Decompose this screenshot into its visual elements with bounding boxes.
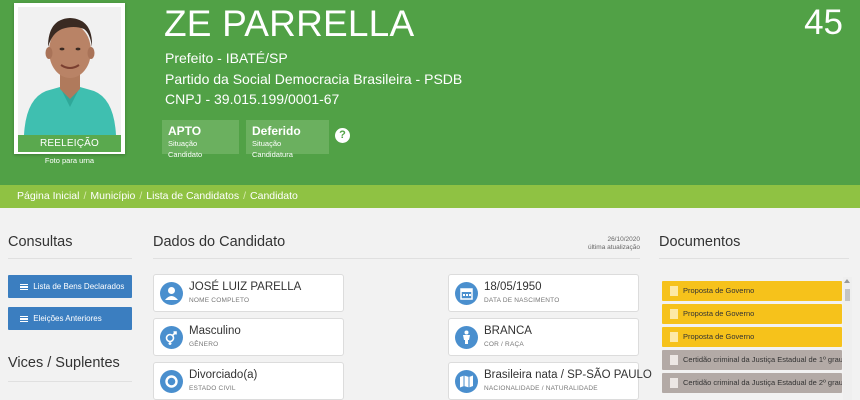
field-label: ESTADO CIVIL [189,385,236,392]
lista-bens-button[interactable]: Lista de Bens Declarados [8,275,132,298]
photo-caption: Foto para urna [44,156,95,165]
ring-icon [160,370,183,393]
candidate-party: Partido da Social Democracia Brasileira … [165,70,463,87]
document-icon [670,355,678,365]
status-candidato-label: Situação Candidato [168,139,203,159]
field-genero: Masculino GÊNERO [153,318,344,356]
update-label: última atualização [587,244,640,251]
scroll-up-arrow-icon[interactable] [844,279,850,283]
status-candidatura-value: Deferido [252,124,301,138]
field-label: DATA DE NASCIMENTO [484,297,560,304]
vices-title: Vices / Suplentes [8,355,120,371]
field-estado-civil: Divorciado(a) ESTADO CIVIL [153,362,344,400]
eleicoes-anteriores-label: Eleições Anteriores [33,314,102,323]
candidate-name: ZE PARRELLA [164,3,415,44]
document-label: Proposta de Governo [683,332,755,341]
gender-icon [160,326,183,349]
documents-scrollbar[interactable] [843,277,852,400]
document-label: Proposta de Governo [683,286,755,295]
help-icon[interactable]: ? [335,128,350,143]
document-item[interactable]: Certidão criminal da Justiça Estadual de… [662,373,842,393]
documentos-title: Documentos [659,234,741,250]
document-icon [670,378,678,388]
field-value: Divorciado(a) [189,369,258,381]
status-candidatura-label: Situação Candidatura [252,139,293,159]
lista-bens-label: Lista de Bens Declarados [33,282,125,291]
status-candidato-value: APTO [168,124,202,138]
breadcrumb-separator: / [243,190,247,202]
consultas-title: Consultas [8,234,73,250]
reelection-tag: REELEIÇÃO [18,135,121,152]
document-item[interactable]: Proposta de Governo [662,281,842,301]
document-icon [670,286,678,296]
candidate-office: Prefeito - IBATÉ/SP [165,50,288,66]
document-icon [670,332,678,342]
update-info: 26/10/2020 última atualização [588,236,640,252]
field-nome-completo: JOSÉ LUIZ PARELLA NOME COMPLETO [153,274,344,312]
user-icon [160,282,183,305]
candidate-cnpj: CNPJ - 39.015.199/0001-67 [165,91,340,107]
dados-title: Dados do Candidato [153,234,286,250]
consultas-divider [8,258,132,259]
eleicoes-anteriores-button[interactable]: Eleições Anteriores [8,307,132,330]
candidate-photo-card: REELEIÇÃO [14,3,125,154]
map-icon [455,370,478,393]
dados-divider [153,258,640,259]
candidate-number: 45 [804,3,843,42]
status-candidatura: Deferido Situação Candidatura [246,120,329,159]
list-icon [20,283,28,290]
breadcrumb-lista-candidatos[interactable]: Lista de Candidatos [146,190,239,202]
field-value: Masculino [189,325,241,337]
document-item[interactable]: Proposta de Governo [662,327,842,347]
field-label: COR / RAÇA [484,341,524,348]
document-item[interactable]: Proposta de Governo [662,304,842,324]
breadcrumb: Página Inicial / Município / Lista de Candid… [0,185,860,208]
document-label: Proposta de Governo [683,309,755,318]
field-value: Brasileira nata / SP-SÃO PAULO [484,369,652,381]
candidate-info: Prefeito - IBATÉ/SP Partido da Social De… [165,48,462,110]
field-label: NOME COMPLETO [189,297,250,304]
field-value: 18/05/1950 [484,281,542,293]
scrollbar-thumb[interactable] [845,289,850,301]
status-candidato: APTO Situação Candidato [162,120,239,159]
field-cor-raca: BRANCA COR / RAÇA [448,318,639,356]
update-date: 26/10/2020 [607,236,640,243]
list-icon [20,315,28,322]
breadcrumb-separator: / [139,190,143,202]
vices-divider [8,381,132,382]
document-label: Certidão criminal da Justiça Estadual de… [683,378,842,387]
field-nacionalidade: Brasileira nata / SP-SÃO PAULO NACIONALI… [448,362,652,400]
documentos-divider [659,258,849,259]
field-data-nascimento: 18/05/1950 DATA DE NASCIMENTO [448,274,639,312]
breadcrumb-municipio[interactable]: Município [90,190,135,202]
field-label: GÊNERO [189,341,219,348]
field-label: NACIONALIDADE / NATURALIDADE [484,385,598,392]
document-item[interactable]: Certidão criminal da Justiça Estadual de… [662,350,842,370]
person-icon [455,326,478,349]
document-label: Certidão criminal da Justiça Estadual de… [683,355,842,364]
breadcrumb-separator: / [83,190,87,202]
field-value: BRANCA [484,325,532,337]
document-icon [670,309,678,319]
calendar-icon [455,282,478,305]
breadcrumb-home[interactable]: Página Inicial [17,190,79,202]
breadcrumb-current: Candidato [250,190,298,202]
candidate-header: REELEIÇÃO Foto para urna ZE PARRELLA 45 … [0,0,860,185]
field-value: JOSÉ LUIZ PARELLA [189,281,302,293]
candidate-photo [18,7,121,135]
